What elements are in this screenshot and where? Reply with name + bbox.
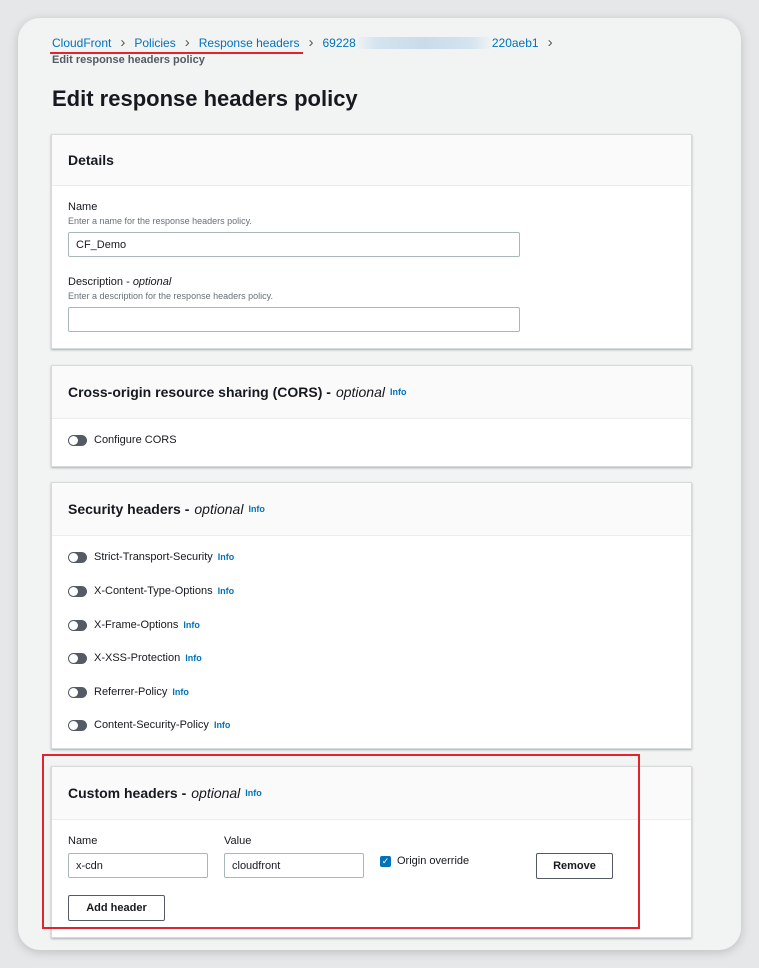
custom-header: Custom headers - optional Info bbox=[52, 767, 691, 820]
security-item-xss-protection[interactable]: X-XSS-Protection Info bbox=[68, 650, 202, 666]
toggle-switch[interactable] bbox=[68, 585, 87, 597]
toggle-switch[interactable] bbox=[68, 551, 87, 563]
security-item-content-security-policy[interactable]: Content-Security-Policy Info bbox=[68, 717, 230, 733]
chevron-right-icon: › bbox=[120, 34, 126, 51]
security-item-label: X-Content-Type-Options bbox=[94, 585, 213, 597]
breadcrumb-policies[interactable]: Policies bbox=[134, 36, 175, 50]
toggle-switch[interactable] bbox=[68, 619, 87, 631]
toggle-switch[interactable] bbox=[68, 434, 87, 446]
toggle-switch[interactable] bbox=[68, 652, 87, 664]
security-item-info-link[interactable]: Info bbox=[172, 687, 189, 697]
security-item-content-type-options[interactable]: X-Content-Type-Options Info bbox=[68, 583, 234, 599]
cors-panel: Cross-origin resource sharing (CORS) - o… bbox=[51, 365, 692, 467]
description-field-group: Description - optional Enter a descripti… bbox=[68, 276, 273, 301]
security-item-label: Referrer-Policy bbox=[94, 686, 168, 698]
chevron-right-icon: › bbox=[308, 34, 314, 51]
security-header: Security headers - optional Info bbox=[52, 483, 691, 536]
custom-headers-panel: Custom headers - optional Info Name Valu… bbox=[51, 766, 692, 938]
breadcrumb-policy-id-suffix[interactable]: 220aeb1 bbox=[492, 36, 539, 50]
security-item-info-link[interactable]: Info bbox=[185, 653, 202, 663]
security-info-link[interactable]: Info bbox=[248, 504, 265, 514]
security-item-info-link[interactable]: Info bbox=[218, 586, 235, 596]
security-item-label: X-XSS-Protection bbox=[94, 652, 181, 664]
security-item-frame-options[interactable]: X-Frame-Options Info bbox=[68, 617, 200, 633]
redacted-policy-id bbox=[355, 37, 492, 49]
description-label: Description - optional bbox=[68, 276, 172, 288]
name-hint: Enter a name for the response headers po… bbox=[68, 216, 252, 226]
description-optional: optional bbox=[132, 276, 172, 288]
name-label: Name bbox=[68, 201, 98, 213]
cors-info-link[interactable]: Info bbox=[390, 387, 407, 397]
security-item-referrer-policy[interactable]: Referrer-Policy Info bbox=[68, 684, 189, 700]
security-optional: optional bbox=[194, 501, 244, 517]
security-item-hsts[interactable]: Strict-Transport-Security Info bbox=[68, 549, 234, 565]
security-headers-panel: Security headers - optional Info Strict-… bbox=[51, 482, 692, 749]
remove-header-button[interactable]: Remove bbox=[536, 853, 613, 879]
custom-value-label: Value bbox=[224, 835, 252, 847]
breadcrumb-policy-id-prefix[interactable]: 69228 bbox=[322, 36, 355, 50]
details-panel: Details Name Enter a name for the respon… bbox=[51, 134, 692, 349]
page-title: Edit response headers policy bbox=[52, 86, 358, 111]
description-hint: Enter a description for the response hea… bbox=[68, 291, 273, 301]
policy-name-input[interactable] bbox=[68, 232, 520, 257]
custom-header-name-input[interactable] bbox=[68, 853, 208, 878]
chevron-right-icon: › bbox=[184, 34, 190, 51]
breadcrumb-response-headers[interactable]: Response headers bbox=[199, 36, 300, 50]
details-title: Details bbox=[68, 152, 114, 168]
custom-title: Custom headers - bbox=[68, 785, 187, 801]
origin-override-checkbox-row[interactable]: ✓ Origin override bbox=[380, 853, 469, 869]
checkmark-icon[interactable]: ✓ bbox=[380, 855, 391, 867]
chevron-right-icon: › bbox=[547, 34, 553, 51]
toggle-switch[interactable] bbox=[68, 719, 87, 731]
breadcrumb-cloudfront[interactable]: CloudFront bbox=[52, 36, 111, 50]
add-header-button[interactable]: Add header bbox=[68, 895, 165, 921]
custom-info-link[interactable]: Info bbox=[245, 788, 262, 798]
security-item-label: Content-Security-Policy bbox=[94, 719, 209, 731]
details-header: Details bbox=[52, 135, 691, 186]
configure-cors-toggle-row[interactable]: Configure CORS bbox=[68, 432, 177, 448]
name-field-group: Name Enter a name for the response heade… bbox=[68, 201, 252, 226]
policy-description-input[interactable] bbox=[68, 307, 520, 332]
security-item-info-link[interactable]: Info bbox=[218, 552, 235, 562]
custom-optional: optional bbox=[191, 785, 241, 801]
security-item-info-link[interactable]: Info bbox=[214, 720, 231, 730]
custom-header-value-input[interactable] bbox=[224, 853, 364, 878]
origin-override-label: Origin override bbox=[397, 855, 470, 867]
security-item-info-link[interactable]: Info bbox=[183, 620, 200, 630]
cors-header: Cross-origin resource sharing (CORS) - o… bbox=[52, 366, 691, 419]
breadcrumb: CloudFront › Policies › Response headers… bbox=[52, 34, 562, 51]
security-item-label: X-Frame-Options bbox=[94, 619, 179, 631]
configure-cors-label: Configure CORS bbox=[94, 434, 177, 446]
security-title: Security headers - bbox=[68, 501, 190, 517]
breadcrumb-current: Edit response headers policy bbox=[52, 54, 205, 66]
security-item-label: Strict-Transport-Security bbox=[94, 551, 213, 563]
toggle-switch[interactable] bbox=[68, 686, 87, 698]
cors-optional: optional bbox=[335, 384, 385, 400]
app-frame: CloudFront › Policies › Response headers… bbox=[18, 18, 741, 950]
custom-name-label: Name bbox=[68, 835, 98, 847]
cors-title: Cross-origin resource sharing (CORS) - bbox=[68, 384, 331, 400]
